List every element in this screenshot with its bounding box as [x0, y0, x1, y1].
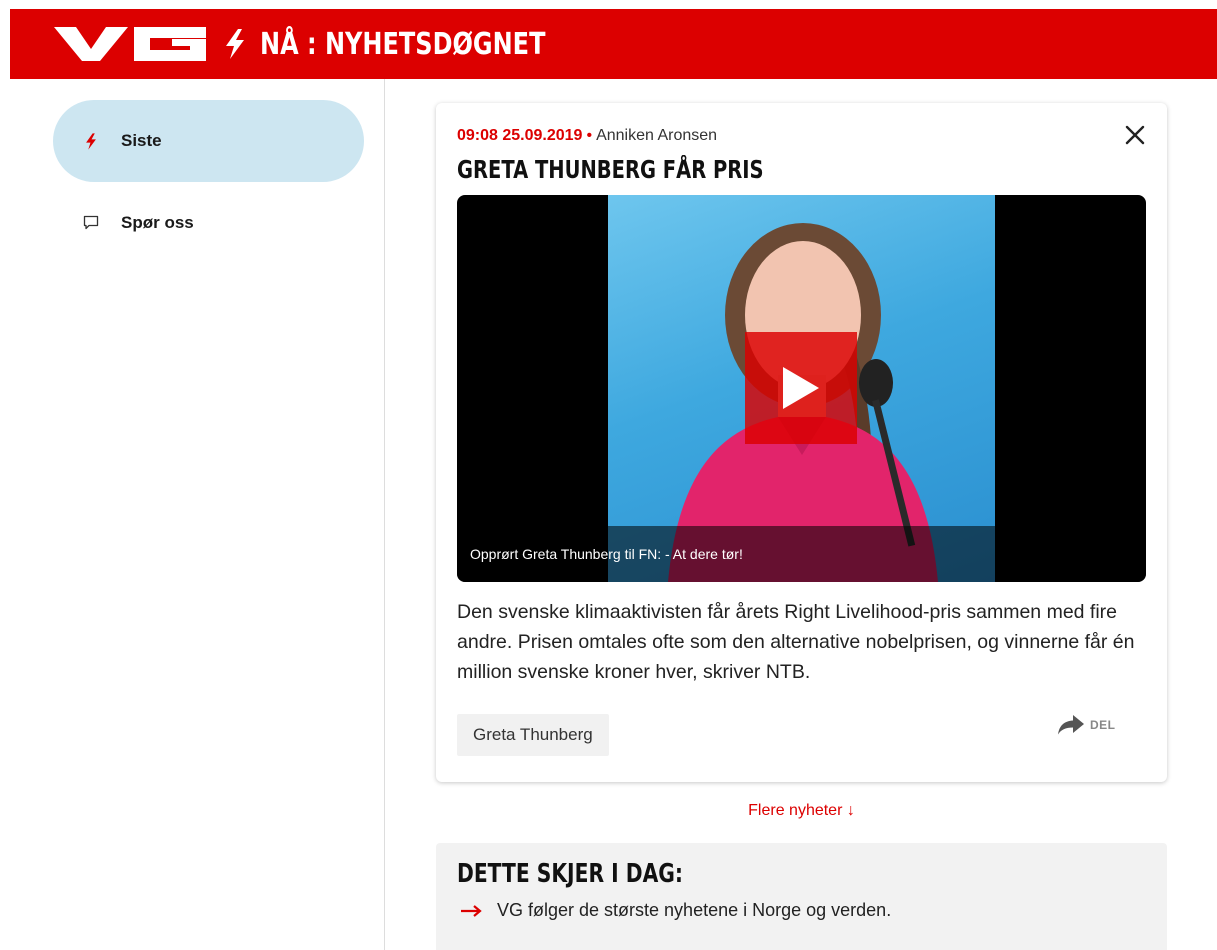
bolt-icon — [83, 132, 99, 150]
video-caption: Opprørt Greta Thunberg til FN: - At dere… — [470, 546, 743, 562]
video-caption-bar: Opprørt Greta Thunberg til FN: - At dere… — [457, 526, 1146, 582]
list-item[interactable]: VG følger de største nyhetene i Norge og… — [461, 900, 891, 921]
share-arrow-icon — [1058, 715, 1084, 735]
sidebar-item-label: Spør oss — [121, 213, 194, 232]
vg-logo[interactable] — [54, 27, 206, 61]
article-timestamp: 09:08 25.09.2019 — [457, 127, 583, 144]
article-meta: 09:08 25.09.2019 • Anniken Aronsen — [457, 127, 717, 145]
sidebar: Siste Spør oss — [0, 79, 385, 950]
sidebar-item-label: Siste — [121, 131, 162, 150]
article-headline[interactable]: GRETA THUNBERG FÅR PRIS — [457, 155, 764, 184]
close-icon — [1125, 125, 1145, 145]
today-section: DETTE SKJER I DAG: VG følger de største … — [436, 843, 1167, 950]
sidebar-item-siste[interactable]: Siste — [53, 100, 364, 182]
share-label: DEL — [1090, 718, 1116, 732]
separator-dot: • — [586, 127, 593, 144]
more-news-link[interactable]: Flere nyheter ↓ — [436, 802, 1167, 820]
article-body: Den svenske klimaaktivisten får årets Ri… — [457, 601, 1135, 683]
bolt-icon — [224, 29, 246, 59]
site-header: NÅ : NYHETSDØGNET — [10, 9, 1217, 79]
video-player[interactable]: Opprørt Greta Thunberg til FN: - At dere… — [457, 195, 1146, 582]
play-button[interactable] — [745, 332, 857, 444]
today-title: DETTE SKJER I DAG: — [457, 859, 684, 889]
section-title[interactable]: NÅ : NYHETSDØGNET — [260, 27, 545, 62]
vg-logo-mark — [54, 27, 206, 61]
today-item-text: VG følger de største nyhetene i Norge og… — [497, 900, 892, 920]
chat-bubble-icon — [83, 215, 99, 231]
sidebar-item-spor-oss[interactable]: Spør oss — [53, 182, 364, 264]
share-button[interactable]: DEL — [1058, 715, 1116, 735]
close-button[interactable] — [1123, 123, 1147, 147]
play-icon — [783, 367, 819, 409]
tag-greta-thunberg[interactable]: Greta Thunberg — [457, 714, 609, 756]
news-card: 09:08 25.09.2019 • Anniken Aronsen GRETA T… — [436, 103, 1167, 782]
arrow-right-icon — [461, 904, 482, 917]
article-author: Anniken Aronsen — [596, 127, 718, 144]
